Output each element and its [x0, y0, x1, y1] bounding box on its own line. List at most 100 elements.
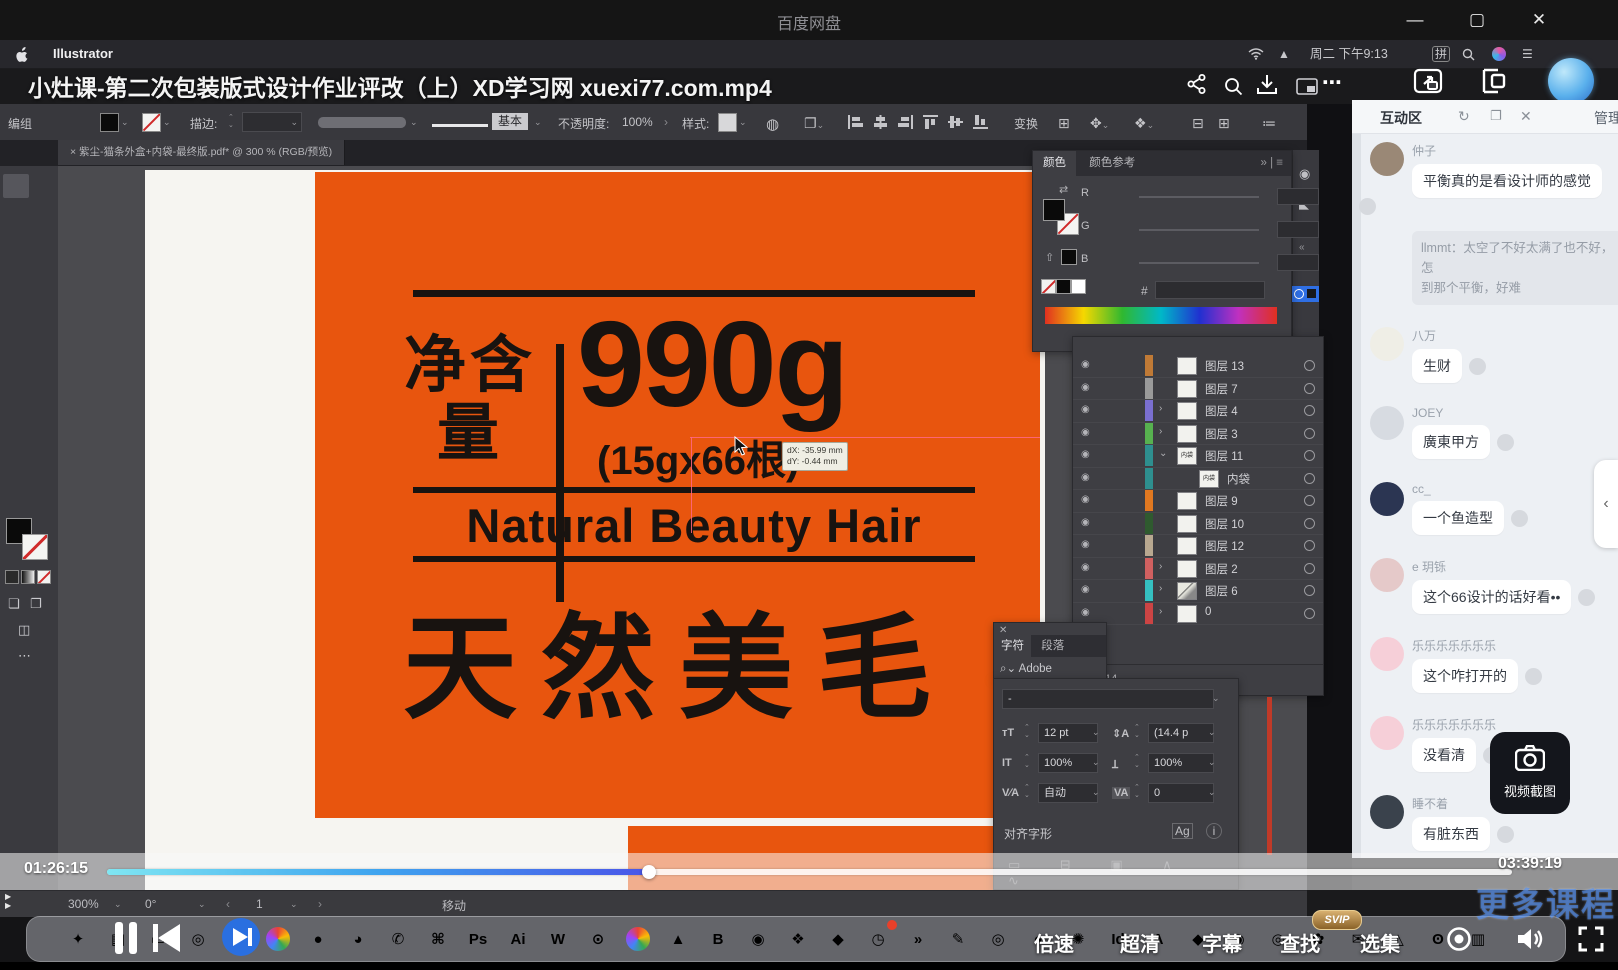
prev-artboard-icon[interactable]: ‹ [226, 897, 230, 911]
cast-icon[interactable] [1412, 66, 1444, 96]
share-icon[interactable] [1185, 72, 1209, 96]
menu-app-name[interactable]: Illustrator [53, 40, 113, 68]
avatar[interactable] [1370, 795, 1404, 829]
siri-icon[interactable] [1492, 47, 1506, 61]
pen-tool[interactable] [3, 222, 29, 246]
layer-target-icon[interactable] [1304, 473, 1315, 484]
opacity-value[interactable]: 100% [622, 115, 653, 129]
layer-name[interactable]: 图层 3 [1205, 426, 1238, 442]
subtitles-button[interactable]: 字幕 [1202, 928, 1242, 957]
channel-slider[interactable] [1139, 196, 1259, 198]
bear-app[interactable]: B [701, 922, 735, 956]
eyedropper-tool[interactable] [3, 414, 29, 438]
launchpad[interactable]: ✦ [61, 922, 95, 956]
pause-button[interactable] [112, 920, 140, 956]
shift-color-icon[interactable]: ⇧ [1045, 251, 1054, 264]
tracking-field[interactable]: 0 [1148, 783, 1214, 803]
document-tab[interactable]: × 紫尘-猫条外盒+内袋-最终版.pdf* @ 300 % (RGB/预览) [58, 140, 345, 165]
isolate-icon[interactable]: ✥⌄ [1090, 115, 1109, 132]
group-button[interactable]: 编组 [8, 115, 32, 132]
next-button[interactable] [222, 918, 260, 956]
visibility-eye-icon[interactable]: ◉ [1081, 382, 1090, 393]
layer-name[interactable]: 图层 11 [1205, 448, 1243, 464]
graph-tool[interactable] [29, 438, 55, 462]
layer-thumbnail[interactable] [1177, 425, 1197, 443]
eject-icon[interactable]: ▲ [1278, 40, 1290, 68]
layer-target-icon[interactable] [1304, 495, 1315, 506]
layer-row[interactable]: ◉ › 图层 2 [1073, 558, 1323, 581]
expand-arrow-icon[interactable]: › [1159, 561, 1162, 572]
downie[interactable]: » [901, 922, 935, 956]
layer-target-icon[interactable] [1304, 540, 1315, 551]
close-panel-icon[interactable]: ✕ [999, 625, 1007, 636]
layer-row[interactable]: ◉ 图层 10 [1073, 513, 1323, 536]
chat-bubble[interactable]: 没看清 [1412, 738, 1476, 772]
layer-target-icon[interactable] [1304, 518, 1315, 529]
chat-bubble[interactable]: 这个咋打开的 [1412, 659, 1518, 693]
notes-app[interactable]: ◎ [181, 922, 215, 956]
eraser-tool[interactable] [29, 294, 55, 318]
layer-thumbnail[interactable] [1177, 492, 1197, 510]
line-tool[interactable] [29, 246, 55, 270]
align-bottom-icon[interactable] [973, 115, 988, 129]
scrollbar-strip[interactable] [1267, 697, 1272, 855]
chat-bubble[interactable]: 平衡真的是看设计师的感觉 [1412, 164, 1602, 198]
align-left-icon[interactable] [848, 115, 863, 129]
visibility-eye-icon[interactable]: ◉ [1081, 539, 1090, 550]
chat-bubble[interactable]: 廣東甲方 [1412, 425, 1490, 459]
photoshop[interactable]: Ps [461, 922, 495, 956]
emoji-reaction-icon[interactable] [1497, 434, 1514, 451]
direct-selection-tool[interactable] [29, 174, 55, 198]
horizontal-scale-field[interactable]: 100% [1148, 753, 1214, 773]
transform-button[interactable]: 变换 [1014, 115, 1038, 132]
channel-slider[interactable] [1139, 229, 1259, 231]
next-artboard-icon[interactable]: › [318, 897, 322, 911]
emoji-reaction-icon[interactable] [1511, 510, 1528, 527]
volume-icon[interactable] [1516, 926, 1546, 952]
bounding-box-icon[interactable]: ⊞ [1058, 115, 1070, 132]
selection-tool[interactable] [3, 174, 29, 198]
lasso-tool[interactable] [29, 198, 55, 222]
thunderbird[interactable]: ◆ [821, 922, 855, 956]
rotate-tool[interactable] [3, 318, 29, 342]
gradient-mode-icon[interactable] [21, 570, 35, 584]
artboard-tool[interactable] [3, 462, 29, 486]
visibility-eye-icon[interactable]: ◉ [1081, 427, 1090, 438]
layer-name[interactable]: 图层 10 [1205, 516, 1244, 532]
artboard-number[interactable]: 1 [256, 897, 263, 911]
pencil-tool[interactable] [3, 294, 29, 318]
layer-thumbnail[interactable] [1177, 515, 1197, 533]
keyboard-maestro[interactable]: ⌘ [421, 922, 455, 956]
user-avatar[interactable] [1548, 58, 1594, 104]
chat-bubble[interactable]: 一个鱼造型 [1412, 501, 1504, 535]
layer-row[interactable]: ◉ › 图层 6 [1073, 580, 1323, 603]
layer-target-icon[interactable] [1304, 450, 1315, 461]
visibility-eye-icon[interactable]: ◉ [1081, 607, 1090, 618]
expand-arrow-icon[interactable]: › [1159, 606, 1162, 617]
progress-bar[interactable] [107, 869, 1512, 875]
menubar-clock[interactable]: 周二 下午9:13 [1310, 40, 1388, 68]
wifi-icon[interactable] [1248, 48, 1264, 60]
quality-button[interactable]: 超清 [1120, 928, 1160, 957]
layer-row[interactable]: ◉ 内袋 内袋 [1073, 468, 1323, 491]
previous-button[interactable] [150, 922, 184, 954]
font-style-dropdown[interactable]: - [1002, 689, 1214, 709]
layer-thumbnail[interactable]: 内袋 [1199, 470, 1219, 488]
collapsed-panel-icon[interactable]: ◉ [1299, 166, 1310, 182]
last-color-swatch[interactable] [1061, 249, 1077, 265]
align-right-icon[interactable] [898, 115, 913, 129]
layer-row[interactable]: ◉ 图层 13 [1073, 355, 1323, 378]
arrange-grid2-icon[interactable]: ⊞ [1218, 115, 1230, 132]
emoji-reaction-icon[interactable] [1525, 668, 1542, 685]
emoji-reaction-icon[interactable] [1469, 358, 1486, 375]
avatar[interactable] [1370, 327, 1404, 361]
pip-icon[interactable] [1296, 78, 1318, 95]
stepper-icon[interactable]: ⌃⌄ [1024, 754, 1030, 770]
stepper-icon[interactable]: ⌃⌄ [1134, 754, 1140, 770]
layer-row[interactable]: ◉ 图层 9 [1073, 490, 1323, 513]
expand-arrow-icon[interactable]: › [1159, 426, 1162, 437]
kerning-field[interactable]: 自动 [1038, 783, 1098, 803]
zoom-tool[interactable] [29, 486, 55, 510]
visibility-eye-icon[interactable]: ◉ [1081, 584, 1090, 595]
maximize-button[interactable]: ▢ [1462, 6, 1492, 34]
